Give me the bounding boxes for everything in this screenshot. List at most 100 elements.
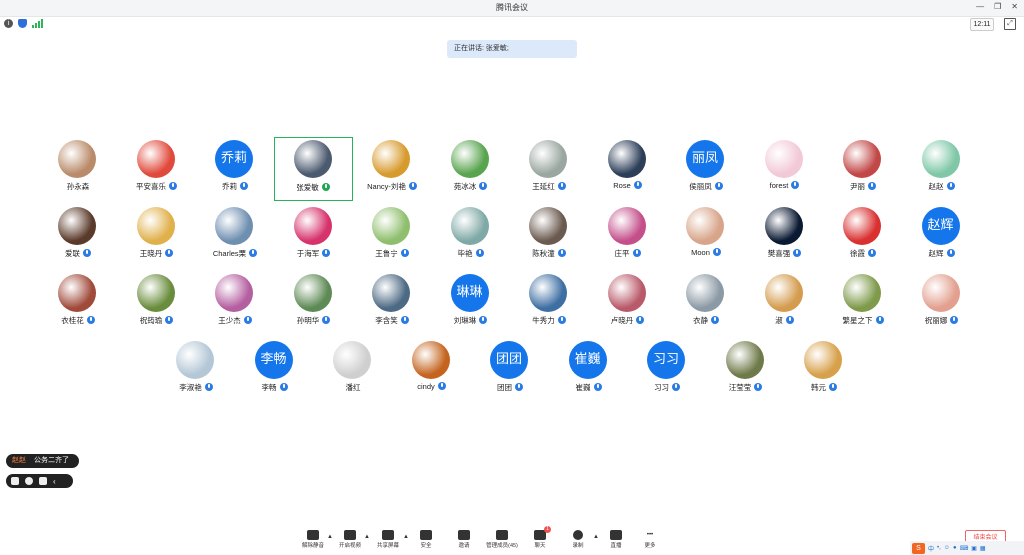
- microphone-icon: [165, 316, 174, 324]
- participant-tile[interactable]: 陈秋潼: [509, 204, 589, 264]
- avatar: [450, 207, 489, 245]
- participant-tile[interactable]: 李淑艳: [156, 338, 236, 398]
- participant-tile[interactable]: 衣桂花: [38, 271, 118, 331]
- participant-name: 乔莉: [195, 181, 275, 192]
- dropdown-caret-icon[interactable]: ▲: [327, 534, 333, 540]
- participant-tile[interactable]: 丽凤 侯丽凤: [666, 137, 746, 197]
- info-icon[interactable]: i: [4, 19, 13, 28]
- participant-name: 王晓丹: [117, 248, 197, 259]
- microphone-icon: [165, 249, 174, 257]
- dropdown-caret-icon[interactable]: ▲: [593, 534, 599, 540]
- participant-tile[interactable]: 祝筠瑜: [117, 271, 197, 331]
- keyboard-icon[interactable]: ⌨: [960, 545, 969, 552]
- close-icon[interactable]: ✕: [1011, 2, 1018, 11]
- participant-tile[interactable]: 苑冰冰: [431, 137, 511, 197]
- fullscreen-icon[interactable]: ⤢: [1004, 18, 1016, 30]
- microphone-icon: [714, 182, 723, 190]
- chat-icon[interactable]: [39, 477, 47, 485]
- participant-tile[interactable]: 王鲁宁: [352, 204, 432, 264]
- punctuation-icon[interactable]: •,: [937, 545, 941, 551]
- participant-name: 李淑艳: [156, 382, 236, 393]
- ime-mode[interactable]: 中: [928, 544, 934, 553]
- share-screen-button[interactable]: 共享屏幕: [368, 528, 408, 549]
- layout-icon[interactable]: [11, 477, 19, 485]
- participant-tile[interactable]: Rose: [588, 137, 668, 197]
- emoji-icon[interactable]: [25, 477, 33, 485]
- participant-tile[interactable]: 王晓丹: [117, 204, 197, 264]
- participant-tile[interactable]: 樊喜强: [745, 204, 825, 264]
- participant-tile[interactable]: 尹丽: [823, 137, 903, 197]
- participant-tile[interactable]: 李含笑: [352, 271, 432, 331]
- participant-name: 祝筠瑜: [117, 315, 197, 326]
- participant-name: 庄平: [588, 248, 668, 259]
- avatar: 崔巍: [568, 341, 607, 379]
- avatar: [58, 274, 96, 312]
- skin-icon[interactable]: ▣: [971, 545, 977, 552]
- participant-tile[interactable]: 衣静: [666, 271, 746, 331]
- avatar: [843, 207, 881, 245]
- microphone-icon: [868, 249, 876, 257]
- participant-tile[interactable]: 韩元: [784, 338, 864, 398]
- network-signal-icon[interactable]: [32, 19, 43, 28]
- participant-tile[interactable]: 琳琳 刘琳琳: [431, 271, 511, 331]
- participant-tile[interactable]: 李畅 李畅: [235, 338, 315, 398]
- participant-tile[interactable]: 孙明华: [274, 271, 354, 331]
- participant-name-text: 庄平: [614, 249, 630, 258]
- chat-bubble[interactable]: 赵赵 公务二齐了: [6, 454, 79, 468]
- participant-tile[interactable]: cindy: [392, 338, 472, 398]
- microphone-icon: [322, 249, 331, 257]
- collapse-icon[interactable]: ‹: [53, 477, 59, 486]
- participant-name: Nancy-刘艳: [352, 181, 432, 192]
- members-button[interactable]: 管理成员(45): [482, 528, 522, 549]
- dropdown-caret-icon[interactable]: ▲: [364, 534, 370, 540]
- microphone-icon: [829, 383, 837, 391]
- participant-tile[interactable]: 张爱敏: [273, 137, 353, 201]
- smiley-icon[interactable]: ☺: [944, 545, 950, 551]
- chat-button[interactable]: 1 聊天: [520, 526, 560, 549]
- record-button[interactable]: 录制: [558, 528, 598, 549]
- participant-tile[interactable]: 徐霞: [823, 204, 903, 264]
- avatar: [921, 140, 960, 178]
- shield-button[interactable]: 安全: [406, 528, 446, 549]
- participant-tile[interactable]: 赵辉 赵辉: [902, 204, 982, 264]
- participant-tile[interactable]: 庄平: [588, 204, 668, 264]
- microphone-icon: [711, 316, 719, 324]
- participant-name-text: 赵赵: [928, 182, 944, 191]
- participant-tile[interactable]: 淑: [745, 271, 825, 331]
- participant-tile[interactable]: 汪莹莹: [706, 338, 786, 398]
- participant-tile[interactable]: 卢晓丹: [588, 271, 668, 331]
- more-button[interactable]: ••• 更多: [630, 528, 670, 549]
- toolbox-icon[interactable]: ▦: [980, 545, 986, 552]
- participant-tile[interactable]: 赵赵: [902, 137, 982, 197]
- participant-tile[interactable]: forest: [745, 137, 825, 197]
- minimize-icon[interactable]: —: [976, 2, 984, 11]
- participant-tile[interactable]: 潘红: [313, 338, 393, 398]
- participant-tile[interactable]: 于海军: [274, 204, 354, 264]
- participant-tile[interactable]: 乔莉 乔莉: [195, 137, 275, 197]
- participant-tile[interactable]: Nancy-刘艳: [352, 137, 432, 197]
- dropdown-caret-icon[interactable]: ▲: [403, 534, 409, 540]
- security-shield-icon[interactable]: [18, 19, 27, 28]
- title-bar: 腾讯会议 — ❐ ✕: [0, 0, 1024, 17]
- participant-tile[interactable]: 崔巍 崔巍: [549, 338, 629, 398]
- participant-name-text: 孙明华: [296, 316, 320, 325]
- participant-tile[interactable]: Charles栗: [195, 204, 275, 264]
- participant-tile[interactable]: 习习 习习: [627, 338, 707, 398]
- participant-tile[interactable]: 毕艳: [431, 204, 511, 264]
- participant-tile[interactable]: Moon: [666, 204, 746, 264]
- participant-tile[interactable]: 祝丽娜: [902, 271, 982, 331]
- participant-tile[interactable]: 牛秀力: [509, 271, 589, 331]
- participant-tile[interactable]: 王延红: [509, 137, 589, 197]
- participant-tile[interactable]: 繁星之下: [823, 271, 903, 331]
- participant-tile[interactable]: 王少杰: [195, 271, 275, 331]
- restore-icon[interactable]: ❐: [994, 2, 1001, 11]
- participant-tile[interactable]: 团团 团团: [470, 338, 550, 398]
- mic-icon[interactable]: ●: [953, 545, 957, 551]
- participant-tile[interactable]: 平安喜乐: [117, 137, 197, 197]
- participant-name-text: 汪莹莹: [728, 383, 752, 392]
- participant-tile[interactable]: 爱联: [38, 204, 118, 264]
- invite-button[interactable]: 邀请: [444, 528, 484, 549]
- participant-tile[interactable]: 孙永森: [38, 137, 118, 197]
- chat-message: 公务二齐了: [34, 457, 69, 464]
- microphone-icon: [279, 383, 288, 391]
